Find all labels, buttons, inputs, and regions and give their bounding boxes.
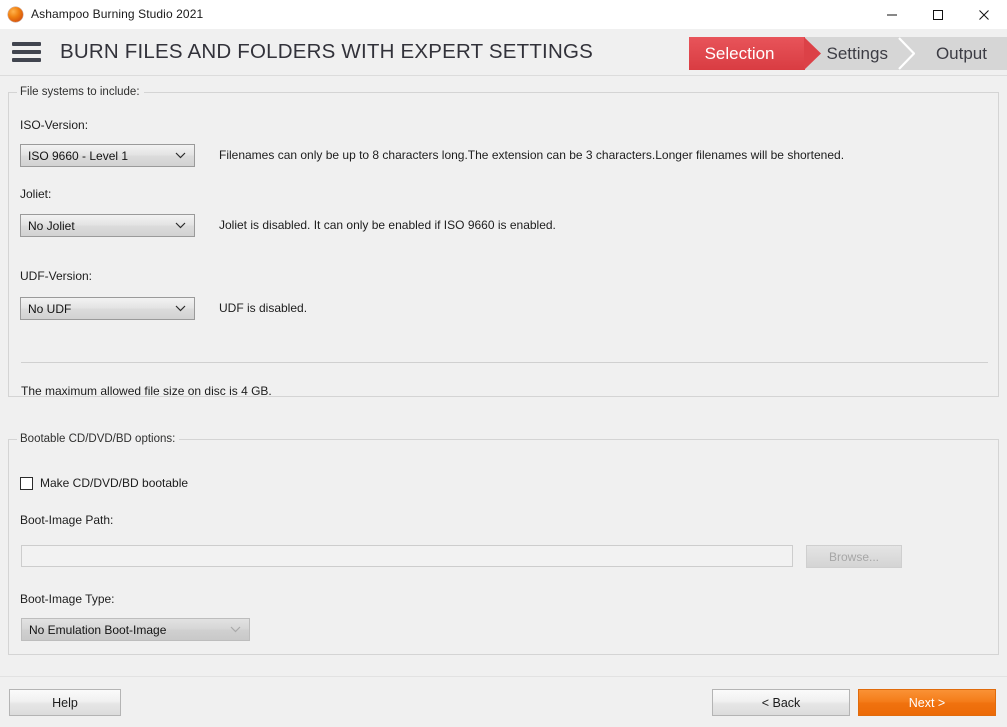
boot-image-type-dropdown[interactable]: No Emulation Boot-Image xyxy=(21,618,250,641)
udf-version-label: UDF-Version: xyxy=(20,269,93,283)
window-controls xyxy=(869,0,1007,29)
joliet-description: Joliet is disabled. It can only be enabl… xyxy=(219,218,556,232)
main-content: File systems to include: ISO-Version: IS… xyxy=(0,76,1007,676)
joliet-dropdown[interactable]: No Joliet xyxy=(20,214,195,237)
page-header: BURN FILES AND FOLDERS WITH EXPERT SETTI… xyxy=(0,29,1007,76)
step-selection-label: Selection xyxy=(704,43,775,63)
joliet-value: No Joliet xyxy=(28,218,75,233)
udf-version-value: No UDF xyxy=(28,301,72,316)
next-button[interactable]: Next > xyxy=(858,689,996,716)
boot-image-path-input[interactable] xyxy=(21,545,793,567)
back-button[interactable]: < Back xyxy=(712,689,850,716)
max-file-size-note: The maximum allowed file size on disc is… xyxy=(21,384,272,398)
make-bootable-checkbox[interactable] xyxy=(20,476,33,490)
back-button-label: < Back xyxy=(761,695,801,710)
section-divider xyxy=(21,362,988,363)
minimize-icon[interactable] xyxy=(869,0,915,29)
browse-button[interactable]: Browse... xyxy=(806,545,902,568)
maximize-icon[interactable] xyxy=(915,0,961,29)
page-title: BURN FILES AND FOLDERS WITH EXPERT SETTI… xyxy=(60,40,593,63)
step-selection-arrow-icon xyxy=(803,37,821,70)
bootable-options-group: Bootable CD/DVD/BD options: Make CD/DVD/… xyxy=(8,433,999,655)
udf-version-dropdown[interactable]: No UDF xyxy=(20,297,195,320)
iso-version-value: ISO 9660 - Level 1 xyxy=(28,148,129,163)
footer-bar: Help < Back Next > xyxy=(0,676,1007,727)
make-bootable-label: Make CD/DVD/BD bootable xyxy=(40,476,189,490)
step-settings-label: Settings xyxy=(826,43,888,63)
help-button[interactable]: Help xyxy=(9,689,121,716)
chevron-down-icon xyxy=(175,222,186,229)
joliet-label: Joliet: xyxy=(20,187,52,201)
iso-version-description: Filenames can only be up to 8 characters… xyxy=(219,148,845,162)
step-separator-chevron-icon xyxy=(898,37,915,70)
browse-button-label: Browse... xyxy=(828,549,879,564)
udf-version-description: UDF is disabled. xyxy=(219,301,308,315)
file-systems-legend: File systems to include: xyxy=(20,86,140,98)
chevron-down-icon xyxy=(175,305,186,312)
iso-version-label: ISO-Version: xyxy=(20,118,89,132)
step-output-label: Output xyxy=(935,43,987,63)
file-systems-group: File systems to include: ISO-Version: IS… xyxy=(8,86,999,398)
step-selection[interactable]: Selection xyxy=(688,37,821,70)
chevron-down-icon xyxy=(175,152,186,159)
boot-image-path-label: Boot-Image Path: xyxy=(20,513,114,527)
chevron-down-icon xyxy=(230,626,241,633)
app-flame-icon xyxy=(8,6,23,22)
close-icon[interactable] xyxy=(961,0,1007,29)
make-bootable-checkbox-row[interactable]: Make CD/DVD/BD bootable xyxy=(20,476,188,490)
step-settings[interactable]: Settings xyxy=(805,37,915,70)
step-output[interactable]: Output xyxy=(914,37,1007,70)
title-bar-left: Ashampoo Burning Studio 2021 xyxy=(0,6,204,22)
title-bar: Ashampoo Burning Studio 2021 xyxy=(0,0,1007,29)
bootable-options-legend: Bootable CD/DVD/BD options: xyxy=(20,433,176,445)
window-title: Ashampoo Burning Studio 2021 xyxy=(31,7,204,21)
iso-version-dropdown[interactable]: ISO 9660 - Level 1 xyxy=(20,144,195,167)
boot-image-type-value: No Emulation Boot-Image xyxy=(29,622,167,637)
hamburger-menu-icon[interactable] xyxy=(12,40,41,64)
application-window: Ashampoo Burning Studio 2021 BURN FILES … xyxy=(0,0,1007,727)
help-button-label: Help xyxy=(52,695,78,710)
boot-image-type-label: Boot-Image Type: xyxy=(20,592,115,606)
breadcrumb: Selection Settings Output xyxy=(688,37,1007,70)
next-button-label: Next > xyxy=(908,695,946,710)
